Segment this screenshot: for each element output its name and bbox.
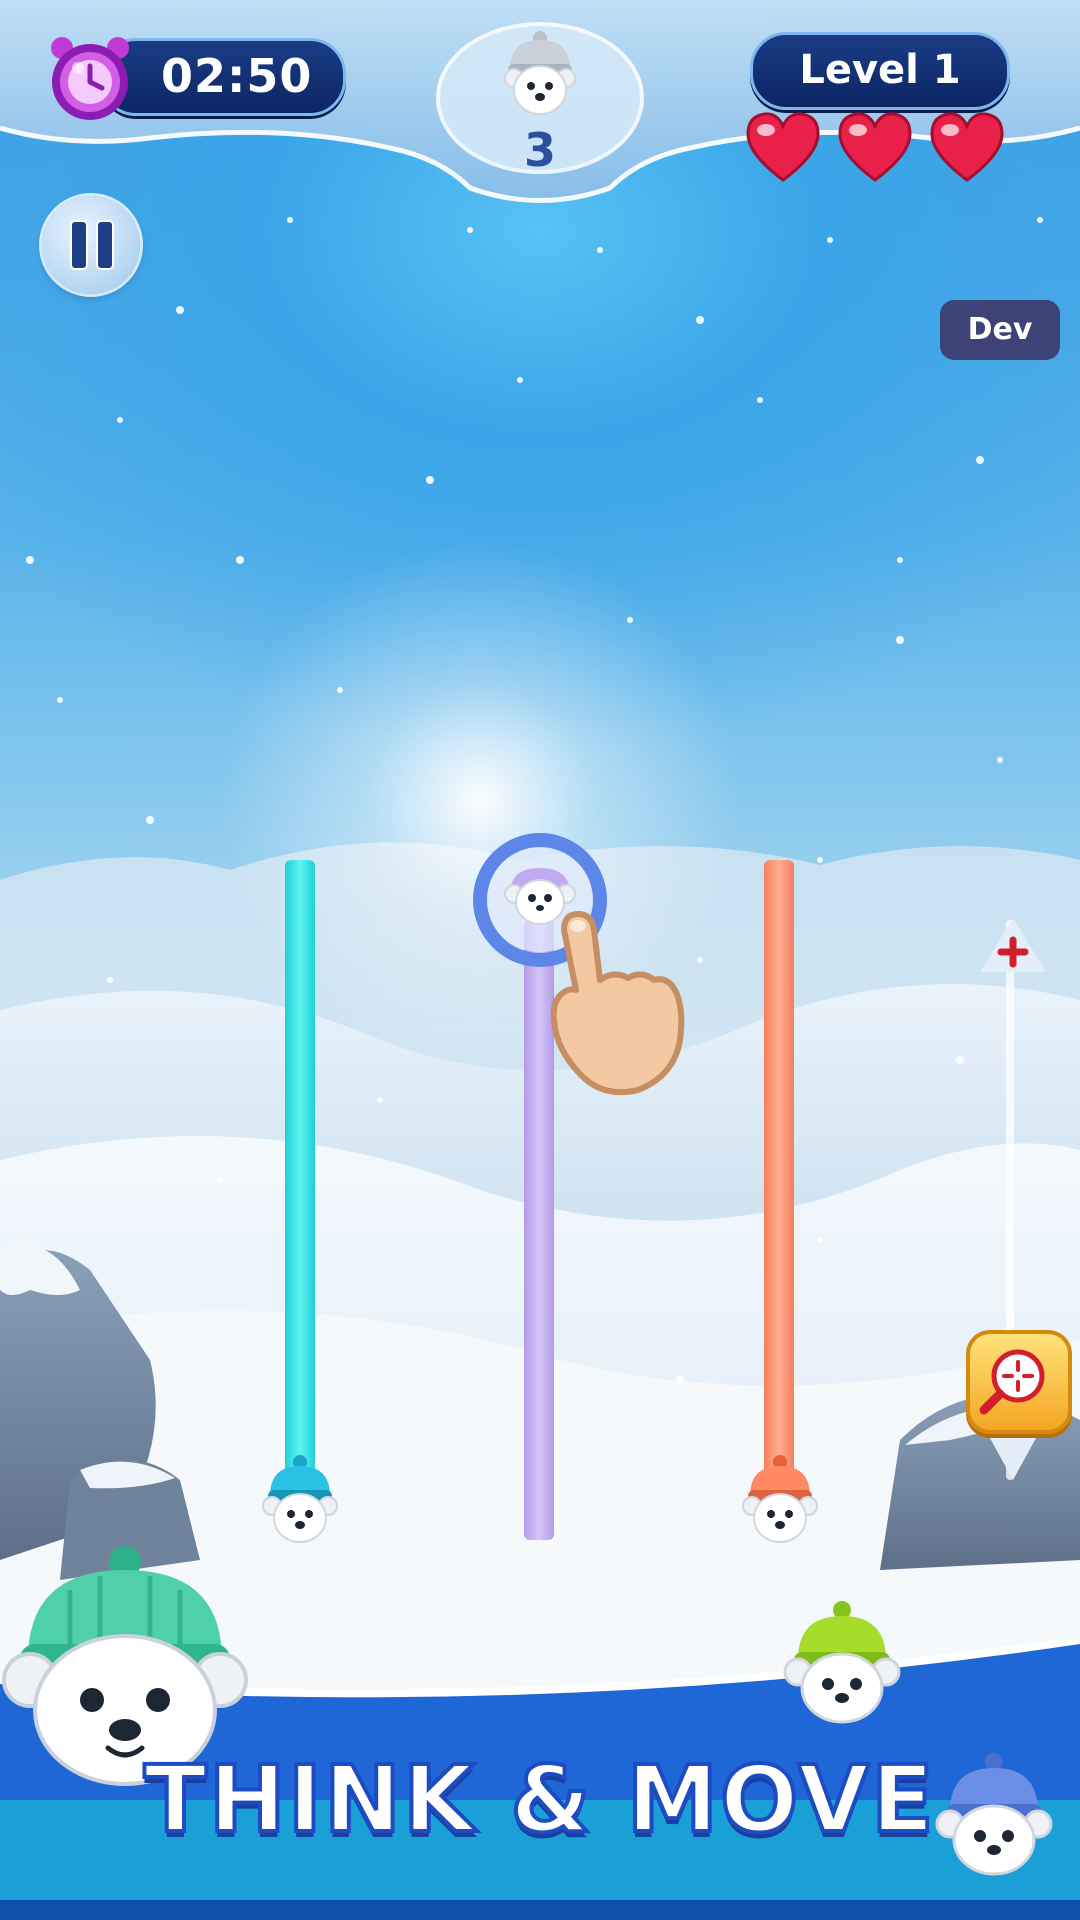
goal-count: 3 — [523, 123, 556, 177]
alarm-clock-icon — [42, 30, 138, 126]
level-label: Level 1 — [750, 32, 1010, 110]
pause-button[interactable] — [42, 196, 140, 294]
top-hud: 02:50 3 Level 1 — [0, 0, 1080, 203]
game-scene: 02:50 3 Level 1 Dev THINK & MOVE — [0, 0, 1080, 1920]
lives-display — [744, 110, 1014, 190]
zoom-target-icon — [979, 1349, 1045, 1415]
goal-counter: 3 — [434, 18, 646, 177]
polar-bear-icon — [504, 31, 576, 115]
zoom-in-button[interactable] — [978, 916, 1048, 976]
dev-button[interactable]: Dev — [940, 300, 1060, 360]
rope-cyan[interactable] — [285, 860, 315, 1480]
polar-bear-cyan-hat[interactable] — [258, 1452, 342, 1548]
rope-orange[interactable] — [764, 860, 794, 1480]
tap-hand-icon — [550, 911, 685, 1096]
heart-icon — [930, 112, 1004, 182]
zoom-reset-button[interactable] — [966, 1330, 1072, 1434]
timer-text: 02:50 — [161, 49, 313, 103]
promo-slogan: THINK & MOVE — [142, 1744, 936, 1855]
polar-bear-lime-hat — [783, 1601, 901, 1724]
heart-icon — [746, 112, 820, 182]
pause-icon — [70, 220, 88, 270]
pause-icon — [96, 220, 114, 270]
heart-icon — [838, 112, 912, 182]
polar-bear-orange-hat[interactable] — [738, 1452, 822, 1548]
